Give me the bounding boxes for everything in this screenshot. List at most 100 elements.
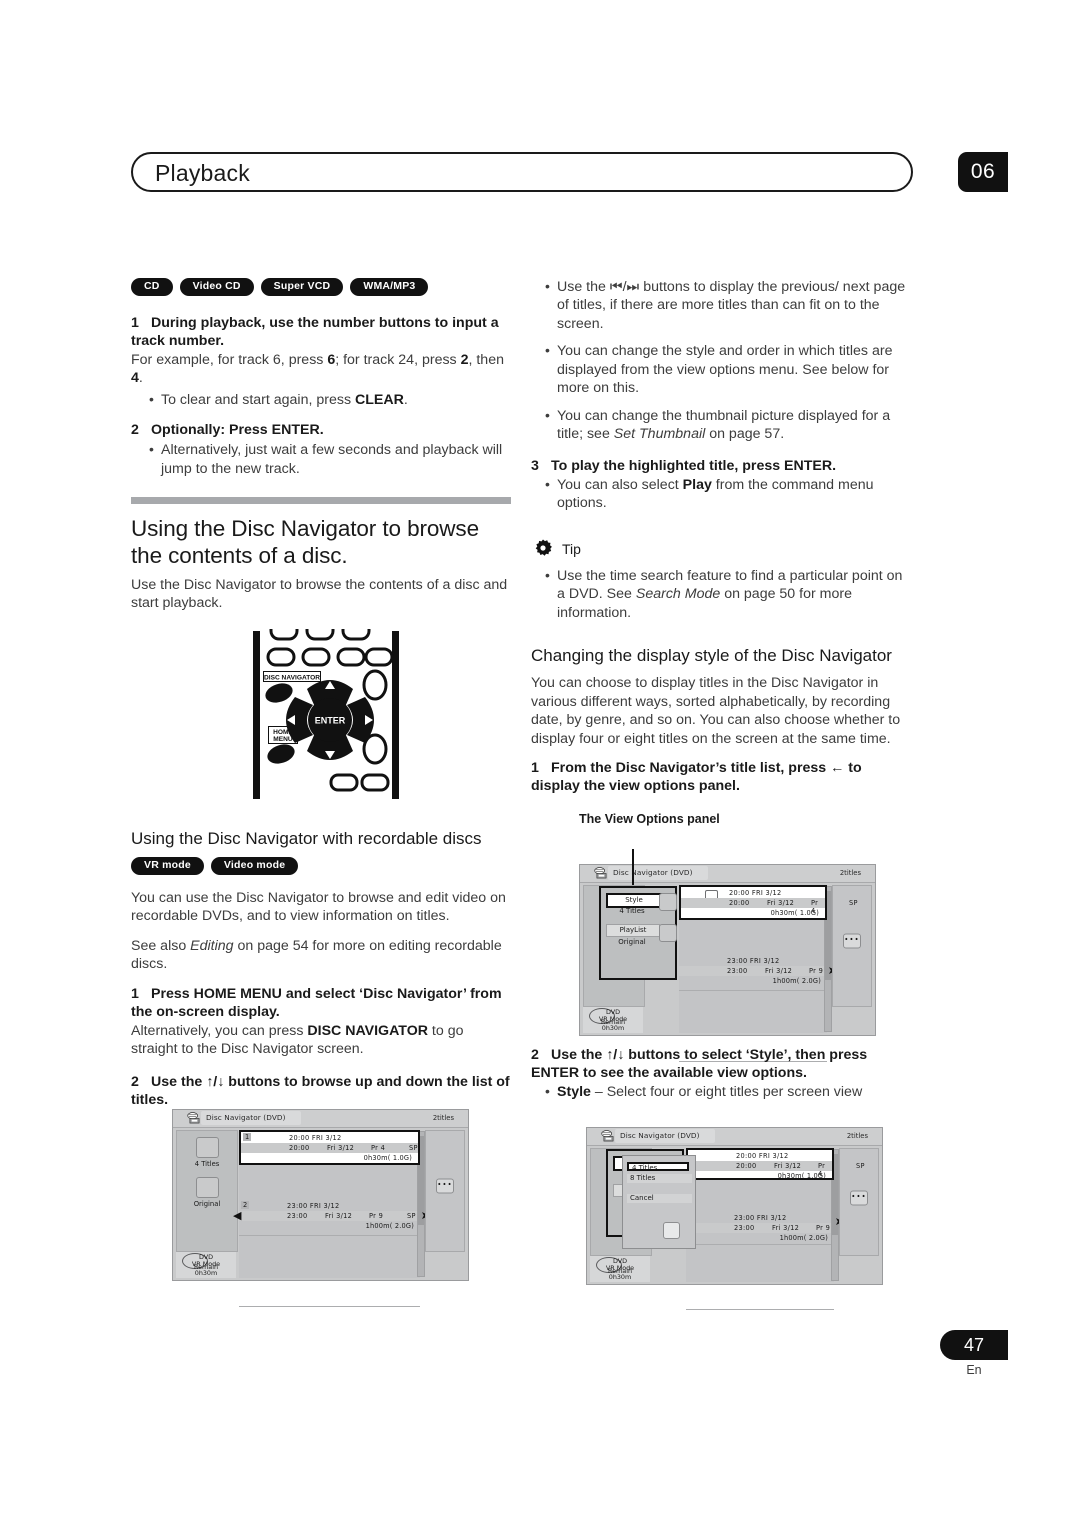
recordable-paragraph-2: See also Editing on page 54 for more on … [131, 937, 511, 974]
osd-row-time: 20:00 [729, 899, 750, 907]
step-3-number: 1 [131, 985, 139, 1002]
command-menu-button[interactable]: ••• [850, 1190, 868, 1206]
section-divider [131, 497, 511, 505]
osd-row-line2: 20:00 Fri 3/12 Pr 4 SP [681, 898, 857, 915]
osd-row-size: 0h30m( 1.0G) [777, 1172, 826, 1180]
disc-navigator-icon [601, 1130, 614, 1142]
step3-bullet-bold: Play [682, 476, 712, 493]
osd-remain-text: Remain 0h30m [180, 1263, 232, 1277]
command-menu-button[interactable]: ••• [436, 1178, 454, 1194]
bullet-bold: CLEAR [355, 391, 404, 408]
list-item: Style – Select four or eight titles per … [545, 1082, 913, 1101]
right-step2-part-a: Use the [551, 1047, 607, 1063]
step-1-body-part4: . [138, 370, 143, 387]
step-3-heading: 1 Press HOME MENU and select ‘Disc Naviga… [131, 985, 511, 1021]
table-row[interactable] [239, 1271, 420, 1307]
step-1-bullets: To clear and start again, press CLEAR. [131, 390, 511, 409]
view-option-playlist-box[interactable] [659, 924, 677, 942]
step-3-text: Press HOME MENU and select ‘Disc Navigat… [131, 985, 502, 1020]
osd-row-date: Fri 3/12 [325, 1212, 353, 1220]
bullet3-italic: Set Thumbnail [613, 426, 706, 443]
view-option-playlist[interactable]: PlayList [606, 924, 660, 937]
osd-title-list: 20:00 FRI 3/12 20:00 Fri 3/12 Pr 4 SP 0h… [686, 1148, 864, 1310]
section-heading: Using the Disc Navigator to browse the c… [131, 516, 479, 568]
osd-title-text: Disc Navigator (DVD) [206, 1113, 286, 1122]
view-option-playlist-value: Original [618, 938, 646, 946]
table-row[interactable] [686, 1277, 834, 1310]
dropdown-option-8-titles[interactable]: 8 Titles [627, 1174, 692, 1183]
step-1-body-part2: ; for track 24, press [335, 351, 461, 368]
remote-disc-navigator-button [265, 683, 293, 703]
osd-status-box: DVD VR Mode Remain 0h30m [590, 1256, 650, 1282]
table-row[interactable]: 20:00 FRI 3/12 20:00 Fri 3/12 Pr 4 SP 0h… [679, 885, 857, 920]
table-row[interactable]: 2 23:00 FRI 3/12 23:00 Fri 3/12 Pr 9 SP … [239, 1200, 420, 1236]
recordable-paragraph-1: You can use the Disc Navigator to browse… [131, 889, 506, 925]
step3-part-a: Alternatively, you can press [131, 1022, 308, 1039]
right-step1-part-a: From the Disc Navigator’s title list, pr… [551, 760, 831, 777]
osd-title-list: 1 20:00 FRI 3/12 20:00 Fri 3/12 Pr 4 SP … [239, 1130, 420, 1307]
table-row[interactable] [686, 1342, 834, 1374]
left-column: CD Video CD Super VCD WMA/MP3 1 During pl… [131, 278, 511, 1110]
osd-left-panel: 4 Titles Original [176, 1130, 238, 1252]
updown-arrows-icon: ↑/↓ [206, 1073, 225, 1090]
bullet1-part-a: Use the [557, 279, 610, 295]
bullet-text: To clear and start again, press [161, 391, 355, 408]
osd-row-line2: 23:00 Fri 3/12 Pr 9 SP [686, 1223, 862, 1233]
page-language-code: En [966, 1363, 982, 1377]
mode-badge-list: VR mode Video mode [131, 857, 511, 875]
left-arrow-icon: ◀ [233, 1209, 242, 1222]
view-option-style[interactable]: Style [606, 893, 662, 908]
subsection-heading-recordable: Using the Disc Navigator with recordable… [131, 828, 482, 848]
right-step-2-heading: 2 Use the ↑/↓ buttons to select ‘Style’, … [531, 1046, 913, 1082]
table-row[interactable]: 23:00 FRI 3/12 23:00 Fri 3/12 Pr 9 SP 1h… [686, 1212, 862, 1245]
remote-home-menu-button [267, 744, 295, 764]
osd-row-pr: Pr 9 [369, 1212, 384, 1220]
list-item: Use the time search feature to find a pa… [545, 566, 913, 622]
osd-row-number: 2 [241, 1201, 250, 1209]
remote-control-illustration: DISC NAVIGATOR HOME MENU ENTER [235, 619, 415, 807]
view-option-style-box[interactable] [659, 893, 677, 911]
osd-remain-text: Remain 0h30m [587, 1018, 639, 1032]
osd-title-text: Disc Navigator (DVD) [620, 1131, 700, 1140]
table-row[interactable]: 20:00 FRI 3/12 20:00 Fri 3/12 Pr 4 SP 0h… [686, 1148, 864, 1180]
list-item: You can change the style and order in wh… [545, 341, 913, 397]
osd-row-line2: 23:00 Fri 3/12 Pr 9 SP [679, 966, 855, 976]
right-step-3-number: 3 [531, 457, 539, 474]
step-1-body-bold3: 4 [131, 370, 139, 387]
command-menu-button[interactable]: ••• [843, 933, 861, 949]
table-row[interactable]: 23:00 FRI 3/12 23:00 Fri 3/12 Pr 9 SP 1h… [679, 955, 855, 991]
osd-row-line2: 23:00 Fri 3/12 Pr 9 SP [239, 1211, 420, 1221]
remote-control-svg: DISC NAVIGATOR HOME MENU ENTER [253, 619, 399, 799]
right-step-3-text: To play the highlighted title, press ENT… [551, 457, 837, 474]
step-1-text: During playback, use the number buttons … [131, 314, 499, 349]
step-1-body-part3: , then [468, 351, 504, 368]
osd-row-line2: 20:00 Fri 3/12 Pr 4 SP [688, 1161, 864, 1178]
table-row[interactable]: 1 20:00 FRI 3/12 20:00 Fri 3/12 Pr 4 SP … [239, 1130, 420, 1165]
tip-gear-icon [535, 539, 552, 556]
para2-italic: Editing [190, 937, 234, 954]
osd-row-time: 20:00 [289, 1144, 310, 1152]
osd-playlist-thumb-box[interactable] [195, 1177, 219, 1198]
osd-row-line1: 20:00 FRI 3/12 [289, 1134, 342, 1142]
osd-remain-value: 0h30m [608, 1273, 632, 1282]
right-column-lower: 2 Use the ↑/↓ buttons to select ‘Style’, … [531, 1046, 913, 1114]
osd-title-count: 2titles [839, 869, 861, 877]
table-row[interactable] [239, 1342, 420, 1377]
format-badge-list: CD Video CD Super VCD WMA/MP3 [131, 278, 511, 296]
osd-command-panel: ••• [425, 1130, 465, 1252]
step-2-bullets: Alternatively, just wait a few seconds a… [131, 440, 511, 478]
right-step-1-number: 1 [531, 760, 539, 777]
dropdown-option-4-titles[interactable]: 4 Titles [627, 1162, 689, 1172]
bullet-tail: . [403, 391, 408, 408]
osd-row-line1: 23:00 FRI 3/12 [287, 1202, 340, 1210]
dropdown-option-cancel[interactable]: Cancel [627, 1194, 692, 1203]
disc-navigator-icon [594, 867, 607, 879]
step4-part-a: Use the [151, 1073, 207, 1090]
osd-status-box: DVD VR Mode Remain 0h30m [176, 1252, 236, 1278]
step3-bullet-part-a: You can also select [557, 476, 683, 493]
osd-row-date: Fri 3/12 [765, 967, 793, 975]
step-2-number: 2 [131, 422, 139, 439]
chapter-number-tab: 06 [958, 152, 1008, 192]
right-step-2-number: 2 [531, 1047, 539, 1063]
osd-titles-thumb-box[interactable] [195, 1137, 219, 1158]
